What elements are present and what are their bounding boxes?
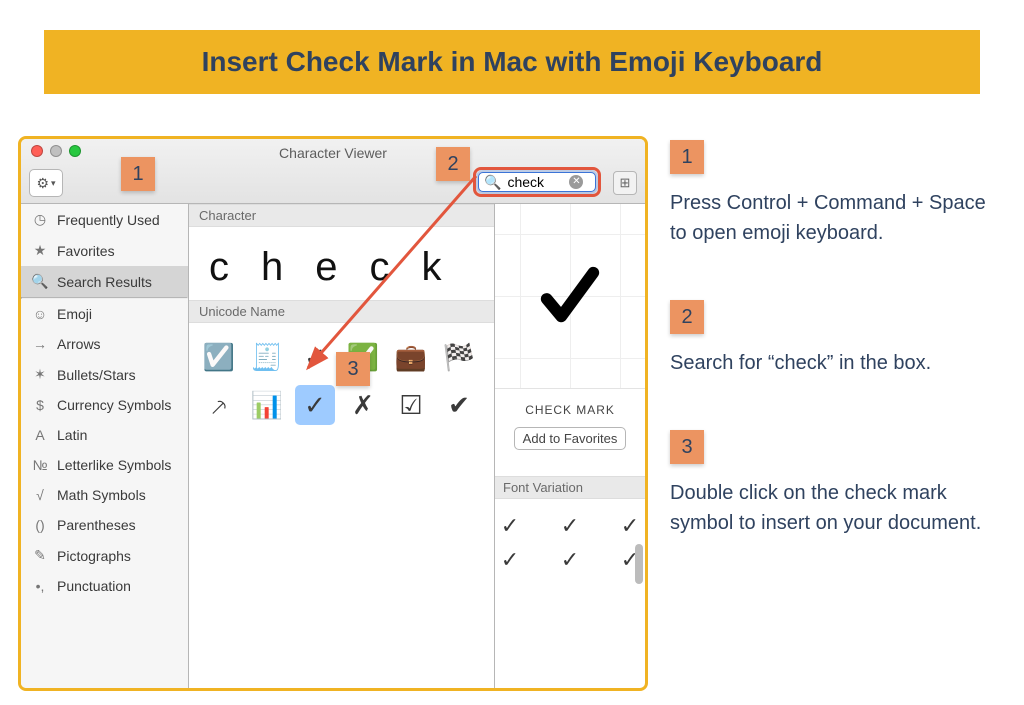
sidebar-icon: ✎: [31, 547, 49, 564]
sidebar-icon: ☺: [31, 306, 49, 322]
font-variation-cell[interactable]: ✓: [489, 513, 531, 539]
sidebar-item-label: Arrows: [57, 336, 101, 352]
result-cell[interactable]: 💼: [391, 337, 431, 377]
result-cell[interactable]: ✓: [295, 385, 335, 425]
sidebar-item-label: Search Results: [57, 274, 152, 290]
sidebar-icon: A: [31, 427, 49, 443]
font-variation-cell[interactable]: ✓: [549, 513, 591, 539]
result-cell[interactable]: ⸕: [199, 385, 239, 425]
info-pane: CHECK MARK Add to Favorites Font Variati…: [495, 204, 645, 688]
annotation-badge-1: 1: [121, 157, 155, 191]
search-field-highlight: 🔍 ✕: [473, 167, 601, 197]
instruction-text-1: Press Control + Command + Space to open …: [670, 188, 1006, 248]
instruction-badge-1: 1: [670, 140, 704, 174]
annotation-badge-3: 3: [336, 352, 370, 386]
instruction-badge-3: 3: [670, 430, 704, 464]
character-glyphs: check: [189, 227, 494, 300]
font-variation-header: Font Variation: [495, 476, 645, 499]
character-header: Character: [189, 204, 494, 227]
sidebar-item[interactable]: № Letterlike Symbols: [21, 450, 188, 480]
instruction-badge-2: 2: [670, 300, 704, 334]
sidebar-item[interactable]: → Arrows: [21, 329, 188, 359]
sidebar-item[interactable]: ◷ Frequently Used: [21, 204, 188, 235]
result-cell[interactable]: ☑: [391, 385, 431, 425]
gear-dropdown[interactable]: ⚙▾: [29, 169, 63, 197]
font-variation-grid: ✓✓✓✓✓✓: [495, 499, 645, 573]
font-variation-cell[interactable]: ✓: [609, 513, 648, 539]
sidebar-item[interactable]: () Parentheses: [21, 510, 188, 540]
clear-icon[interactable]: ✕: [569, 175, 583, 189]
instruction-column: 1 Press Control + Command + Space to ope…: [670, 136, 1006, 691]
sidebar-item[interactable]: $ Currency Symbols: [21, 390, 188, 420]
preview-glyph: [495, 204, 645, 389]
sidebar-item-label: Frequently Used: [57, 212, 160, 228]
sidebar-icon: ✶: [31, 366, 49, 383]
character-viewer-window: ⚙▾ Character Viewer 🔍 ✕ ⊞ ◷ Frequently Us…: [18, 136, 648, 691]
instruction-text-3: Double click on the check mark symbol to…: [670, 478, 1006, 538]
results-pane: Character check Unicode Name ☑️🧾✓✅💼🏁⸕📊✓✗…: [189, 204, 495, 688]
window-titlebar: ⚙▾ Character Viewer 🔍 ✕ ⊞: [21, 139, 645, 204]
sidebar-item[interactable]: ★ Favorites: [21, 235, 188, 266]
sidebar-item-label: Pictographs: [57, 548, 131, 564]
sidebar-icon: $: [31, 397, 49, 413]
sidebar-item[interactable]: •, Punctuation: [21, 571, 188, 601]
page-title: Insert Check Mark in Mac with Emoji Keyb…: [44, 30, 980, 94]
sidebar-item[interactable]: ☺ Emoji: [21, 299, 188, 329]
result-cell[interactable]: ✗: [343, 385, 383, 425]
result-cell[interactable]: ☑️: [199, 337, 239, 377]
result-cell[interactable]: 📊: [247, 385, 287, 425]
gear-icon: ⚙: [36, 175, 49, 192]
sidebar-icon: (): [31, 517, 49, 533]
check-mark-icon: [535, 256, 605, 336]
sidebar-item-label: Favorites: [57, 243, 115, 259]
search-input[interactable]: [505, 173, 565, 191]
result-cell[interactable]: 🏁: [439, 337, 479, 377]
sidebar-item-label: Emoji: [57, 306, 92, 322]
sidebar-icon: √: [31, 487, 49, 503]
window-title: Character Viewer: [21, 145, 645, 161]
sidebar-item-label: Bullets/Stars: [57, 367, 136, 383]
add-to-favorites-button[interactable]: Add to Favorites: [514, 427, 627, 450]
character-name: CHECK MARK: [525, 403, 615, 417]
result-cell[interactable]: ✔: [439, 385, 479, 425]
sidebar-item[interactable]: 🔍 Search Results: [21, 266, 188, 297]
scrollbar-thumb[interactable]: [635, 544, 643, 584]
sidebar-item-label: Parentheses: [57, 517, 136, 533]
sidebar-item[interactable]: ✎ Pictographs: [21, 540, 188, 571]
sidebar-icon: ◷: [31, 211, 49, 228]
result-cell[interactable]: ✓: [295, 337, 335, 377]
sidebar-icon: 🔍: [31, 273, 49, 290]
unicode-name-header: Unicode Name: [189, 300, 494, 323]
result-cell[interactable]: 🧾: [247, 337, 287, 377]
category-sidebar: ◷ Frequently Used ★ Favorites 🔍 Search Result…: [21, 204, 189, 688]
search-field[interactable]: 🔍 ✕: [478, 172, 596, 192]
search-icon: 🔍: [484, 174, 501, 191]
sidebar-item-label: Latin: [57, 427, 87, 443]
sidebar-item-label: Punctuation: [57, 578, 131, 594]
sidebar-item[interactable]: A Latin: [21, 420, 188, 450]
annotation-badge-2: 2: [436, 147, 470, 181]
sidebar-item-label: Letterlike Symbols: [57, 457, 171, 473]
sidebar-item-label: Math Symbols: [57, 487, 146, 503]
instruction-text-2: Search for “check” in the box.: [670, 348, 1006, 378]
font-variation-cell[interactable]: ✓: [549, 547, 591, 573]
sidebar-icon: ★: [31, 242, 49, 259]
sidebar-icon: №: [31, 457, 49, 473]
sidebar-item-label: Currency Symbols: [57, 397, 171, 413]
font-variation-cell[interactable]: ✓: [489, 547, 531, 573]
grid-toggle-button[interactable]: ⊞: [613, 171, 637, 195]
sidebar-item[interactable]: √ Math Symbols: [21, 480, 188, 510]
sidebar-item[interactable]: ✶ Bullets/Stars: [21, 359, 188, 390]
sidebar-icon: →: [31, 336, 49, 352]
sidebar-icon: •,: [31, 578, 49, 594]
